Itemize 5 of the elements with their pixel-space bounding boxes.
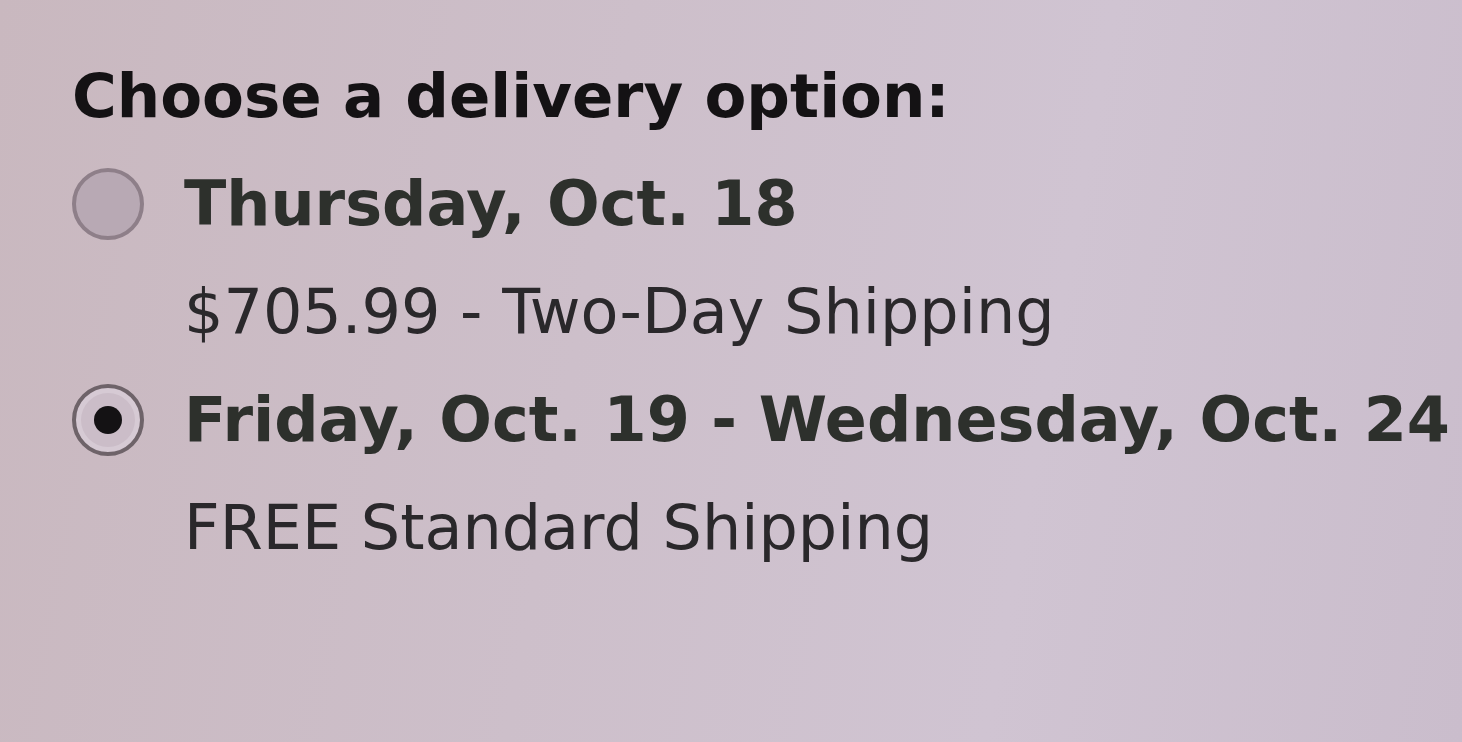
section-heading: Choose a delivery option:: [72, 59, 950, 133]
delivery-date: Friday, Oct. 19 - Wednesday, Oct. 24: [184, 382, 1450, 458]
shipping-detail: FREE Standard Shipping: [184, 490, 934, 566]
shipping-detail: $705.99 - Two-Day Shipping: [184, 274, 1055, 350]
delivery-date: Thursday, Oct. 18: [184, 166, 798, 242]
